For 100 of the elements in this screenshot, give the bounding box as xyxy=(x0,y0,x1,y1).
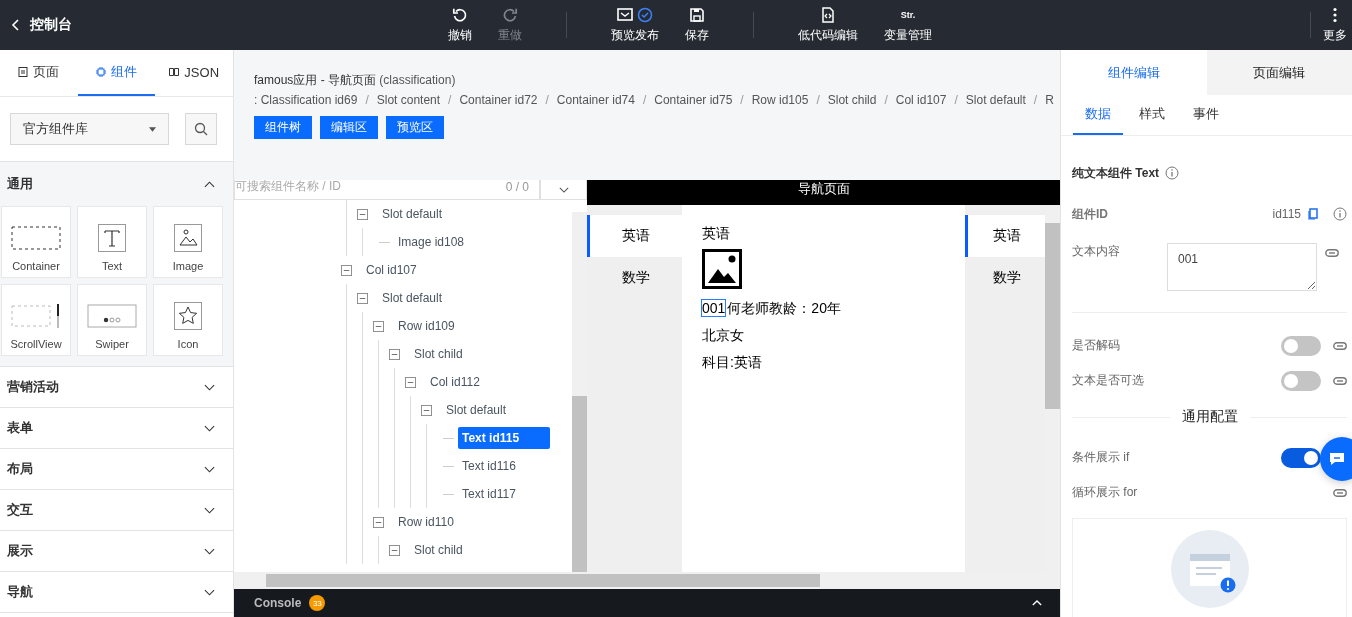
text-content-field[interactable]: 001 xyxy=(1167,243,1317,291)
section-tab[interactable]: 事件 xyxy=(1181,95,1231,135)
toggle-switch[interactable] xyxy=(1281,447,1321,468)
nav-tab[interactable]: 英语 xyxy=(587,215,682,257)
collapse-icon[interactable] xyxy=(373,320,384,332)
category-header[interactable]: 交互 xyxy=(0,490,233,530)
panel-toggle-button[interactable]: 组件树 xyxy=(254,116,312,139)
search-icon xyxy=(194,122,208,136)
breadcrumb-item[interactable]: R xyxy=(1045,93,1054,107)
info-icon[interactable] xyxy=(1333,207,1347,221)
field-label: 条件展示 if xyxy=(1072,449,1131,466)
match-count: 0 / 0 xyxy=(504,180,530,194)
tree-node[interactable]: Row id110 xyxy=(394,512,458,532)
collapse-icon[interactable] xyxy=(341,264,352,276)
link-icon[interactable] xyxy=(1333,376,1347,385)
toggle-switch[interactable] xyxy=(1281,370,1321,391)
field-label: 文本是否可选 xyxy=(1072,372,1145,389)
panel-tab[interactable]: 页面 xyxy=(0,50,78,96)
panel-toggle-button[interactable]: 预览区 xyxy=(386,116,444,139)
tree-node[interactable]: Image id108 xyxy=(394,232,469,252)
breadcrumb-item[interactable]: Row id105 xyxy=(751,93,809,107)
collapse-icon[interactable] xyxy=(405,376,416,388)
preview-scrollbar[interactable] xyxy=(1045,205,1060,572)
category-header[interactable]: 通用 xyxy=(0,162,233,206)
breadcrumb-item[interactable]: Container id72 xyxy=(459,93,538,107)
toolbar-button[interactable]: 预览发布 xyxy=(598,0,672,50)
toggle-switch[interactable] xyxy=(1281,335,1321,356)
link-icon[interactable] xyxy=(1333,488,1347,497)
toolbar-button[interactable]: 撤销 xyxy=(435,0,485,50)
component-tile[interactable]: Icon xyxy=(153,284,223,356)
dashed-box-icon xyxy=(11,226,61,250)
breadcrumb-item[interactable]: Slot child xyxy=(827,93,877,107)
component-tile[interactable]: ScrollView xyxy=(1,284,71,356)
chevron-down-icon xyxy=(204,506,215,514)
nav-tab[interactable]: 数学 xyxy=(965,257,1045,299)
tree-node[interactable]: Row id109 xyxy=(394,316,459,336)
collapse-icon[interactable] xyxy=(389,544,400,556)
collapse-icon[interactable] xyxy=(357,208,368,220)
breadcrumb-item[interactable]: Slot content xyxy=(376,93,441,107)
tree-node[interactable]: Slot child xyxy=(410,344,467,364)
collapse-icon[interactable] xyxy=(389,348,400,360)
breadcrumb-item[interactable]: Container id74 xyxy=(556,93,635,107)
panel-toggle-button[interactable]: 编辑区 xyxy=(320,116,378,139)
category-header[interactable]: 布局 xyxy=(0,449,233,489)
collapse-icon[interactable] xyxy=(421,404,432,416)
tree-node[interactable]: Slot default xyxy=(378,204,447,224)
breadcrumb-item[interactable]: : Classification id69 xyxy=(254,93,358,107)
breadcrumb-separator: / xyxy=(884,93,888,107)
category-header[interactable]: 展示 xyxy=(0,531,233,571)
section-tab[interactable]: 数据 xyxy=(1073,95,1123,135)
tree-node[interactable]: Slot child xyxy=(410,540,467,560)
category-header[interactable]: 导航 xyxy=(0,572,233,612)
link-icon[interactable] xyxy=(1333,341,1347,350)
nav-tab[interactable]: 英语 xyxy=(965,215,1045,257)
book-icon xyxy=(169,67,180,77)
panel-tab[interactable]: 组件 xyxy=(77,50,156,96)
section-tab[interactable]: 样式 xyxy=(1127,95,1177,135)
tree-node[interactable]: Text id117 xyxy=(458,484,520,504)
breadcrumb-item[interactable]: Container id75 xyxy=(654,93,733,107)
tree-node[interactable]: Col id107 xyxy=(362,260,421,280)
chat-button[interactable] xyxy=(1320,437,1352,481)
field-label: 文本内容 xyxy=(1072,243,1121,260)
text-item[interactable]: 何老师教龄：20年 xyxy=(727,300,841,316)
tree-scrollbar[interactable] xyxy=(572,212,587,572)
text-item[interactable]: 科目:英语 xyxy=(702,354,762,370)
link-icon[interactable] xyxy=(1325,249,1339,257)
console-bar[interactable]: Console 33 xyxy=(234,589,1060,617)
console-title: 控制台 xyxy=(30,16,72,34)
search-button[interactable] xyxy=(185,113,217,145)
toolbar-button[interactable]: Str. 变量管理 xyxy=(871,0,945,50)
breadcrumb-item[interactable]: Slot default xyxy=(965,93,1026,107)
collapse-icon[interactable] xyxy=(357,292,368,304)
component-tile[interactable]: Text xyxy=(77,206,147,278)
tree-node[interactable]: Col id112 xyxy=(426,372,484,392)
field-label: 组件ID xyxy=(1072,205,1108,223)
toolbar-button[interactable]: 保存 xyxy=(672,0,722,50)
text-item[interactable]: 北京女 xyxy=(702,327,744,343)
panel-tab[interactable]: JSON xyxy=(155,50,233,96)
toolbar-button[interactable]: 低代码编辑 xyxy=(785,0,871,50)
breadcrumb-item[interactable]: Col id107 xyxy=(895,93,947,107)
tree-node[interactable]: Slot default xyxy=(378,288,447,308)
tree-node[interactable]: Text id115 xyxy=(458,427,551,449)
component-tile[interactable]: Swiper xyxy=(77,284,147,356)
more-button[interactable]: 更多 xyxy=(1323,0,1352,50)
library-select[interactable]: 官方组件库 xyxy=(10,113,169,145)
search-input[interactable]: 可搜索组件名称 / ID xyxy=(235,179,496,193)
collapse-icon[interactable] xyxy=(373,516,384,528)
horizontal-scrollbar[interactable] xyxy=(234,572,1060,589)
category-header[interactable]: 营销活动 xyxy=(0,367,233,407)
nav-tab[interactable]: 数学 xyxy=(587,257,682,299)
tree-node[interactable]: Text id116 xyxy=(458,456,520,476)
editor-tab[interactable]: 页面编辑 xyxy=(1206,50,1352,95)
component-tile[interactable]: Image xyxy=(153,206,223,278)
category-header[interactable]: 表单 xyxy=(0,408,233,448)
info-icon[interactable] xyxy=(1165,166,1180,180)
chevron-up-icon[interactable] xyxy=(1032,598,1042,608)
copy-icon[interactable] xyxy=(1307,208,1319,220)
text-item[interactable]: 001 xyxy=(702,300,726,316)
tree-node[interactable]: Slot default xyxy=(442,400,511,420)
component-tile[interactable]: Container xyxy=(1,206,71,278)
